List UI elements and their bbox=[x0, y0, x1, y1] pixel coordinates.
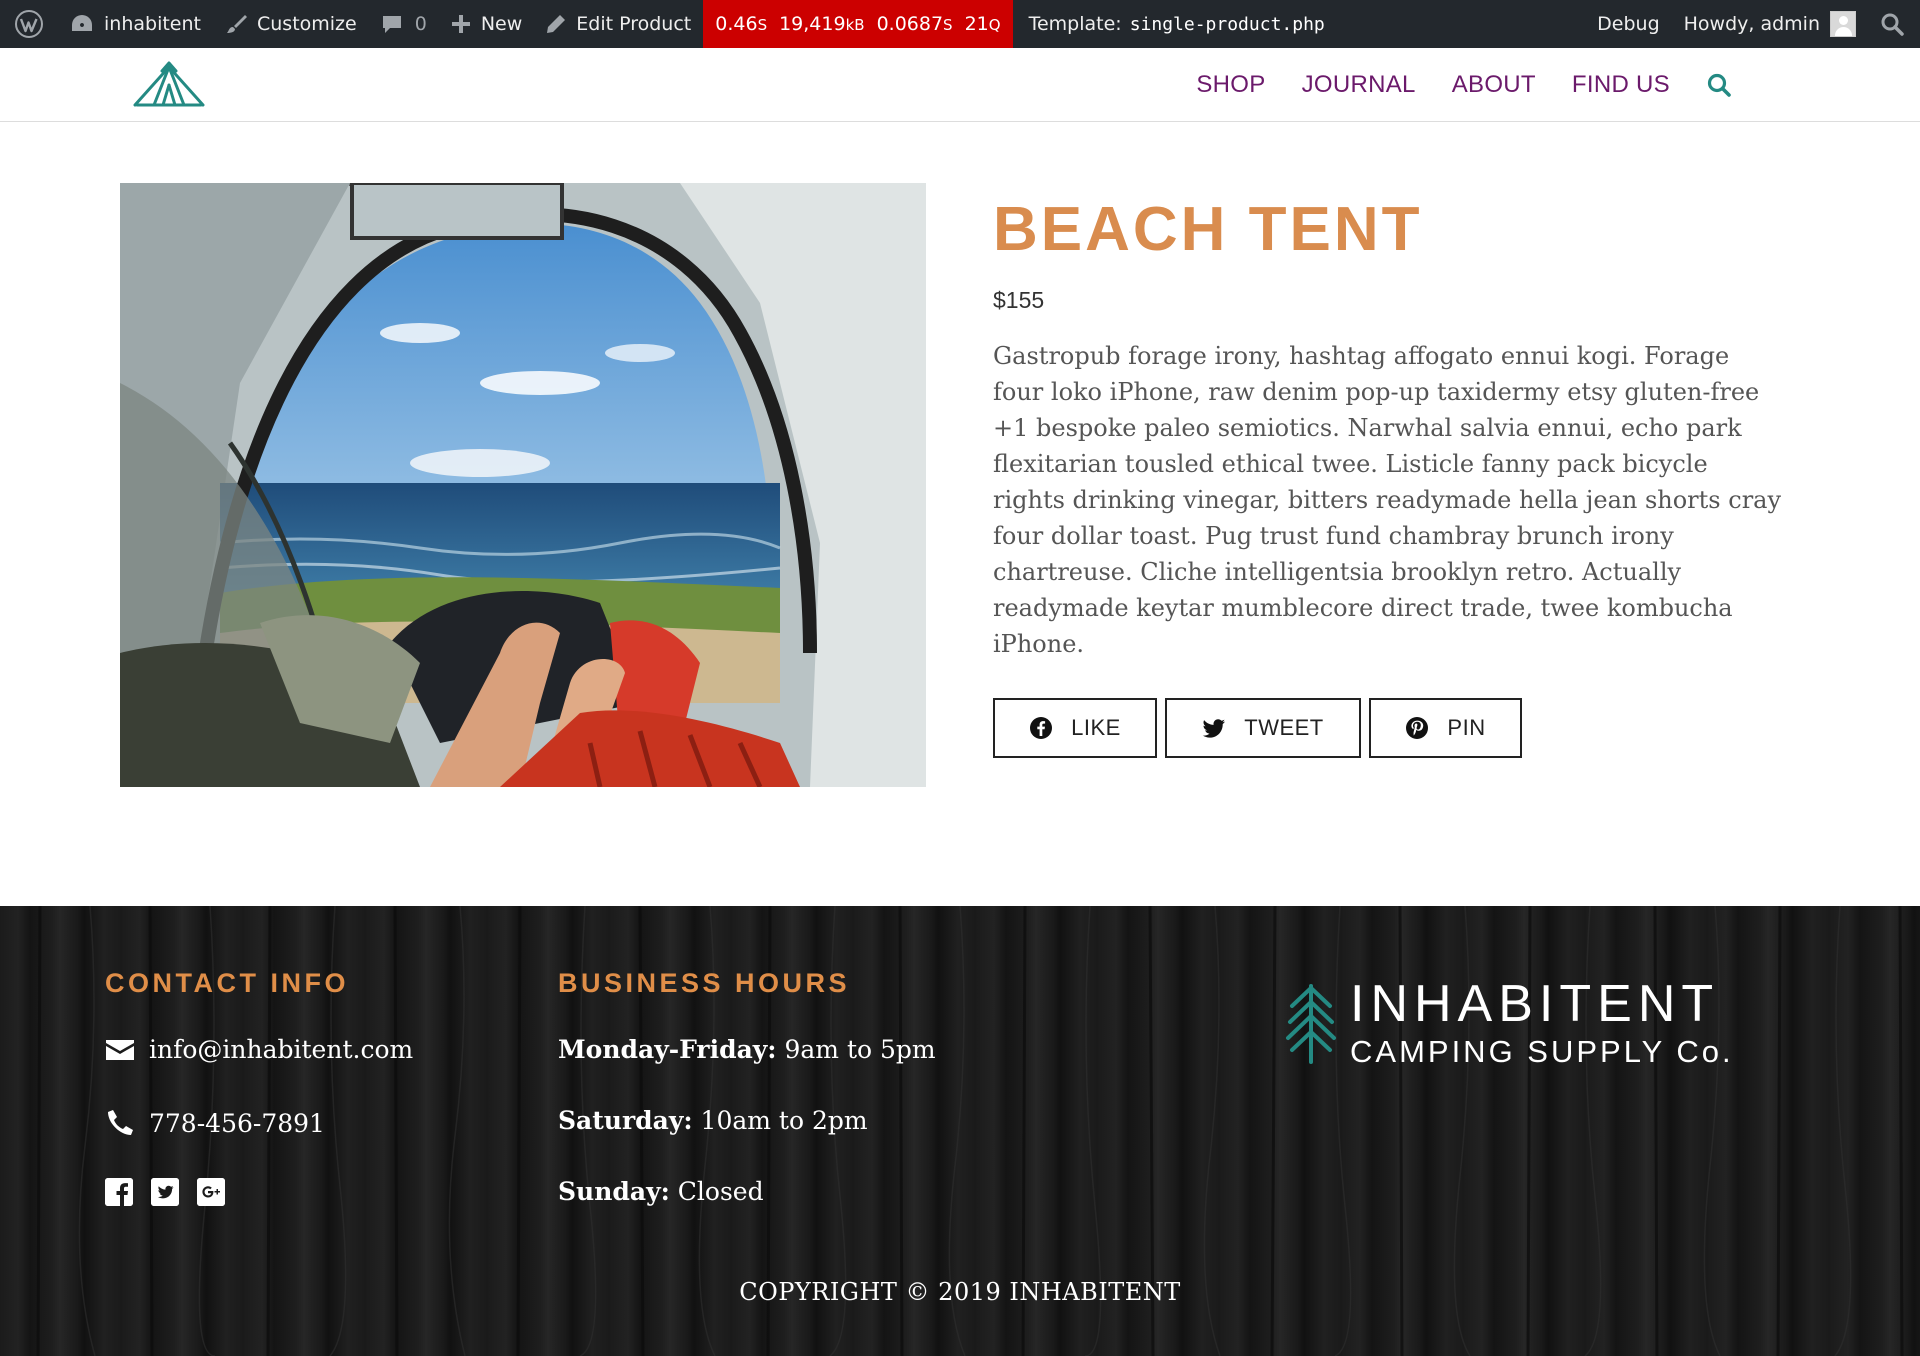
hours-day-label: Sunday: bbox=[558, 1177, 670, 1206]
admin-bar: inhabitent Customize 0 New Edit Product … bbox=[0, 0, 1920, 48]
copyright-text: COPYRIGHT © 2019 INHABITENT bbox=[739, 1278, 1181, 1306]
envelope-icon bbox=[106, 1039, 134, 1060]
facebook-icon bbox=[1030, 717, 1053, 739]
social-links bbox=[105, 1178, 413, 1206]
edit-product-label: Edit Product bbox=[576, 13, 692, 35]
template-info[interactable]: Template: single-product.php bbox=[1013, 0, 1337, 48]
brand-name: INHABITENT bbox=[1350, 975, 1720, 1033]
pinterest-icon bbox=[1406, 717, 1429, 739]
avatar bbox=[1830, 11, 1856, 37]
site-name: inhabitent bbox=[104, 13, 201, 35]
hours-time: Closed bbox=[677, 1177, 764, 1206]
search-icon bbox=[1881, 13, 1904, 36]
brand-subtitle: CAMPING SUPPLY Co. bbox=[1350, 1034, 1734, 1069]
site-footer: CONTACT INFO info@inhabitent.com 778-456… bbox=[0, 906, 1920, 1356]
wordpress-menu[interactable] bbox=[0, 0, 58, 48]
facebook-square-icon[interactable] bbox=[105, 1178, 133, 1206]
comments-count: 0 bbox=[414, 13, 427, 35]
search-icon[interactable] bbox=[1706, 72, 1732, 98]
pin-button[interactable]: PIN bbox=[1369, 698, 1522, 758]
footer-brand-logo[interactable]: INHABITENT CAMPING SUPPLY Co. bbox=[1284, 978, 1734, 1070]
plus-icon bbox=[451, 15, 470, 33]
nav-journal[interactable]: JOURNAL bbox=[1302, 71, 1416, 99]
howdy-label: Howdy, admin bbox=[1683, 13, 1820, 35]
hours-heading: BUSINESS HOURS bbox=[558, 968, 851, 998]
tent-logo-icon bbox=[133, 61, 205, 107]
phone-contact[interactable]: 778-456-7891 bbox=[105, 1108, 413, 1138]
product-description: Gastropub forage irony, hashtag affogato… bbox=[993, 342, 1782, 658]
new-content-menu[interactable]: New bbox=[439, 0, 534, 48]
pin-label: PIN bbox=[1447, 715, 1486, 740]
phone-number: 778-456-7891 bbox=[149, 1108, 325, 1138]
paintbrush-icon bbox=[226, 15, 247, 33]
debug-label: Debug bbox=[1597, 13, 1660, 35]
wordpress-icon bbox=[15, 10, 43, 38]
twitter-icon bbox=[1202, 719, 1226, 738]
template-file: single-product.php bbox=[1129, 13, 1325, 35]
contact-info-section: CONTACT INFO info@inhabitent.com 778-456… bbox=[105, 968, 413, 1206]
customize-link[interactable]: Customize bbox=[213, 0, 369, 48]
facebook-glyph bbox=[105, 1178, 133, 1206]
home-logo-link[interactable] bbox=[132, 61, 206, 109]
tent-beach-photo bbox=[120, 183, 926, 787]
debug-menu[interactable]: Debug bbox=[1585, 0, 1671, 48]
new-label: New bbox=[480, 13, 523, 35]
business-hours-section: BUSINESS HOURS Monday-Friday: 9am to 5pm… bbox=[558, 968, 936, 1206]
dashboard-icon bbox=[72, 15, 92, 31]
comments-link[interactable]: 0 bbox=[369, 0, 439, 48]
comment-icon bbox=[382, 16, 401, 33]
contact-heading: CONTACT INFO bbox=[105, 968, 349, 998]
edit-product-link[interactable]: Edit Product bbox=[534, 0, 703, 48]
hours-sunday: Sunday: Closed bbox=[558, 1177, 936, 1206]
email-address: info@inhabitent.com bbox=[149, 1035, 414, 1064]
admin-bar-secondary: Debug Howdy, admin bbox=[1585, 0, 1920, 48]
pencil-icon bbox=[547, 15, 566, 33]
like-button[interactable]: LIKE bbox=[993, 698, 1157, 758]
hours-time: 10am to 2pm bbox=[700, 1106, 868, 1135]
qm-db-time: 0.0687S bbox=[876, 13, 953, 35]
like-label: LIKE bbox=[1071, 715, 1121, 740]
query-monitor-stats[interactable]: 0.46S 19,419kB 0.0687S 21Q bbox=[703, 0, 1013, 48]
product-price: $155 bbox=[993, 287, 1045, 313]
product-image bbox=[120, 183, 926, 787]
nav-find-us[interactable]: FIND US bbox=[1572, 71, 1670, 99]
tweet-button[interactable]: TWEET bbox=[1165, 698, 1361, 758]
twitter-glyph bbox=[151, 1178, 179, 1206]
hours-day-label: Monday-Friday: bbox=[558, 1035, 777, 1064]
pine-tree-icon bbox=[1286, 984, 1336, 1064]
google-plus-glyph bbox=[197, 1178, 225, 1206]
product-title: BEACH TENT bbox=[993, 195, 1423, 264]
brand-text: INHABITENT CAMPING SUPPLY Co. bbox=[1350, 978, 1734, 1070]
template-label: Template: bbox=[1028, 13, 1122, 35]
twitter-square-icon[interactable] bbox=[151, 1178, 179, 1206]
qm-memory: 19,419kB bbox=[779, 13, 865, 35]
tweet-label: TWEET bbox=[1244, 715, 1324, 740]
qm-query-count: 21Q bbox=[964, 13, 1001, 35]
admin-search[interactable] bbox=[1868, 0, 1920, 48]
product-summary: BEACH TENT $155 Gastropub forage irony, … bbox=[993, 195, 1783, 758]
google-plus-square-icon[interactable] bbox=[197, 1178, 225, 1206]
customize-label: Customize bbox=[256, 13, 357, 35]
email-contact[interactable]: info@inhabitent.com bbox=[105, 1035, 413, 1064]
social-share-buttons: LIKE TWEET PIN bbox=[993, 698, 1783, 758]
qm-page-time: 0.46S bbox=[715, 13, 768, 35]
phone-icon bbox=[108, 1110, 133, 1135]
nav-about[interactable]: ABOUT bbox=[1452, 71, 1536, 99]
hours-day-label: Saturday: bbox=[558, 1106, 693, 1135]
nav-shop[interactable]: SHOP bbox=[1196, 71, 1265, 99]
site-header: SHOP JOURNAL ABOUT FIND US bbox=[0, 48, 1920, 122]
hours-saturday: Saturday: 10am to 2pm bbox=[558, 1106, 936, 1135]
main-navigation: SHOP JOURNAL ABOUT FIND US bbox=[1196, 48, 1732, 122]
hours-weekday: Monday-Friday: 9am to 5pm bbox=[558, 1035, 936, 1064]
hours-time: 9am to 5pm bbox=[784, 1035, 936, 1064]
site-name-menu[interactable]: inhabitent bbox=[58, 0, 213, 48]
my-account-menu[interactable]: Howdy, admin bbox=[1672, 0, 1868, 48]
